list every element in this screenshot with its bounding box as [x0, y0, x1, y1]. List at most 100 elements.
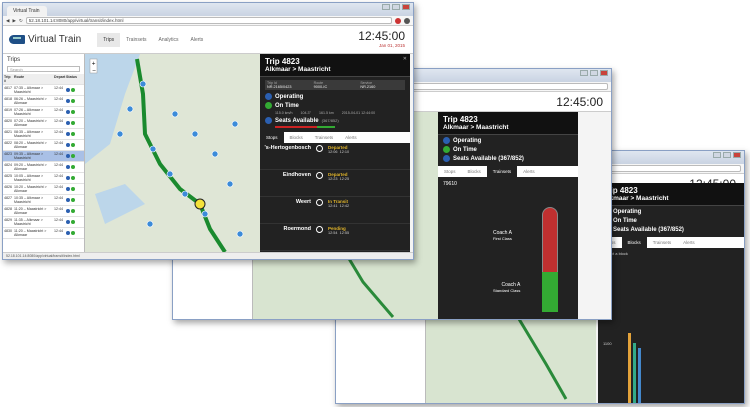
menu-icon[interactable]	[404, 17, 410, 24]
table-row[interactable]: 4830 11:20 – Maastricht > Alkmaar 12:44	[3, 228, 84, 239]
trip-depart: 12:44	[54, 229, 63, 233]
nav-trips[interactable]: Trips	[97, 32, 121, 47]
table-row[interactable]: 4827 10:35 – Alkmaar > Maastricht 12:44	[3, 195, 84, 206]
nav-trainsets[interactable]: Trainsets	[120, 33, 152, 47]
trip-route: 10:20 – Maastricht > Alkmaar	[14, 185, 47, 193]
operating-status: Operating	[453, 137, 482, 144]
status-icons	[65, 85, 76, 95]
trip-route: 06:26 – Maastricht > Alkmaar	[14, 97, 47, 105]
col-depart[interactable]: Depart	[53, 74, 65, 84]
map-view[interactable]: + −	[85, 54, 260, 254]
on-time-icon	[71, 176, 75, 180]
stop-marker	[314, 172, 324, 196]
map-canvas[interactable]: + −	[85, 54, 260, 254]
detail-panel-back: Trip 4823 Alkmaar > Maastricht Operating …	[598, 183, 744, 403]
stop-item[interactable]: Weert In Transit 12:41 12:42	[260, 197, 410, 224]
stop-item[interactable]: Eindhoven Departed 12:23 12:25	[260, 170, 410, 197]
table-row[interactable]: 4826 10:20 – Maastricht > Alkmaar 12:44	[3, 184, 84, 195]
trip-route: 09:20 – Maastricht > Alkmaar	[14, 163, 47, 171]
trips-panel: Trips Search Trip # Route Depart Status …	[3, 54, 85, 254]
table-row[interactable]: 4823 09:35 – Alkmaar > Maastricht 12:44	[3, 151, 84, 162]
speed-value: 115.0 km/h	[275, 111, 293, 115]
stop-name: 's-Hertogenbosch	[264, 145, 311, 151]
tab-alerts[interactable]: Alerts	[339, 132, 363, 143]
table-row[interactable]: 4828 11:20 – Maastricht > Alkmaar 12:44	[3, 206, 84, 217]
clock-time: 12:45:00	[556, 95, 603, 109]
coach-class: Standard Class	[493, 288, 521, 293]
on-time-icon	[71, 220, 75, 224]
block-bar[interactable]	[638, 348, 641, 403]
trip-id: 4824	[4, 163, 12, 167]
tab-trainsets[interactable]: Trainsets	[647, 237, 677, 248]
extension-icon[interactable]	[395, 17, 401, 24]
table-row[interactable]: 4825 10:05 – Alkmaar > Maastricht 12:44	[3, 173, 84, 184]
on-time-icon	[71, 187, 75, 191]
trip-id: 4823	[4, 152, 12, 156]
operating-icon	[66, 99, 70, 103]
block-bar[interactable]	[628, 333, 631, 403]
trip-id: 4828	[4, 207, 12, 211]
grid-value: NR.2160	[360, 85, 376, 89]
tab-trainsets[interactable]: Trainsets	[309, 132, 339, 143]
trip-route: 10:05 – Alkmaar > Maastricht	[14, 174, 44, 182]
nav-analytics[interactable]: Analytics	[153, 33, 185, 47]
tab-trainsets[interactable]: Trainsets	[486, 166, 518, 177]
table-row[interactable]: 4819 07:26 – Alkmaar > Maastricht 12:44	[3, 107, 84, 118]
minimize-button[interactable]	[382, 4, 390, 10]
browser-window-front: Virtual Train ◀ ▶ ↻ 52.18.101.14:8080/ap…	[2, 2, 414, 260]
close-panel-icon[interactable]: ✕	[403, 56, 407, 62]
trip-route: 08:20 – Maastricht > Alkmaar	[14, 141, 47, 149]
table-row[interactable]: 4822 08:20 – Maastricht > Alkmaar 12:44	[3, 140, 84, 151]
tab-alerts[interactable]: Alerts	[677, 237, 701, 248]
trip-depart: 12:44	[54, 86, 63, 90]
table-row[interactable]: 4829 11:35 – Alkmaar > Maastricht 12:44	[3, 217, 84, 228]
back-icon[interactable]: ◀	[6, 18, 9, 24]
y-tick: 1100	[603, 341, 612, 346]
col-trip[interactable]: Trip #	[3, 74, 13, 84]
svg-text:+: +	[92, 61, 96, 67]
stop-marker	[314, 199, 324, 223]
trip-route: 11:20 – Maastricht > Alkmaar	[14, 207, 47, 215]
tab-stops[interactable]: Stops	[438, 166, 462, 177]
col-status[interactable]: Status	[65, 74, 78, 84]
trip-id: 4819	[4, 108, 12, 112]
table-row[interactable]: 4817 07:35 – Alkmaar > Maastricht 12:44	[3, 85, 84, 96]
tab-alerts[interactable]: Alerts	[517, 166, 541, 177]
address-bar[interactable]: 52.18.101.14:8080/app/virtual/transit/in…	[25, 17, 392, 24]
maximize-button[interactable]	[392, 4, 400, 10]
coach-diagram-lower[interactable]	[542, 272, 558, 312]
clock-date: Jan 01, 2015	[378, 43, 405, 48]
trip-depart: 12:44	[54, 196, 63, 200]
stop-departure: 12:25	[339, 177, 350, 181]
status-icons	[65, 96, 76, 106]
tab-blocks[interactable]: Blocks	[284, 132, 309, 143]
seats-bar	[275, 126, 335, 128]
trip-route: 07:20 – Maastricht > Alkmaar	[14, 119, 47, 127]
table-row[interactable]: 4818 06:26 – Maastricht > Alkmaar 12:44	[3, 96, 84, 107]
tab-blocks[interactable]: Blocks	[462, 166, 487, 177]
table-row[interactable]: 4824 09:20 – Maastricht > Alkmaar 12:44	[3, 162, 84, 173]
stop-item[interactable]: 's-Hertogenbosch Departed 12:06 12:10	[260, 143, 410, 170]
stop-arrival: 12:54	[328, 231, 338, 235]
close-window-button[interactable]	[402, 4, 410, 10]
table-row[interactable]: 4821 08:35 – Alkmaar > Maastricht 12:44	[3, 129, 84, 140]
nav-alerts[interactable]: Alerts	[185, 33, 210, 47]
tab-blocks[interactable]: Blocks	[621, 237, 647, 248]
reload-icon[interactable]: ↻	[19, 18, 23, 24]
tab-stops[interactable]: Stops	[260, 132, 284, 143]
operating-icon	[66, 198, 70, 202]
col-route[interactable]: Route	[13, 74, 53, 84]
operating-icon	[66, 143, 70, 147]
trip-title: Trip 4823	[265, 57, 300, 66]
status-icons	[65, 162, 76, 172]
stop-item[interactable]: Roermond Pending 12:54 12:55	[260, 224, 410, 251]
trip-route: 09:35 – Alkmaar > Maastricht	[14, 152, 44, 160]
distance-value: 161.5 km	[318, 111, 334, 115]
trip-route: 07:26 – Alkmaar > Maastricht	[14, 108, 44, 116]
search-input[interactable]: Search	[7, 66, 80, 72]
seats-status: Seats Available (367/852)	[453, 155, 524, 162]
block-bar[interactable]	[633, 343, 636, 403]
table-row[interactable]: 4820 07:20 – Maastricht > Alkmaar 12:44	[3, 118, 84, 129]
forward-icon[interactable]: ▶	[12, 18, 15, 24]
browser-tab[interactable]: Virtual Train	[7, 6, 47, 16]
